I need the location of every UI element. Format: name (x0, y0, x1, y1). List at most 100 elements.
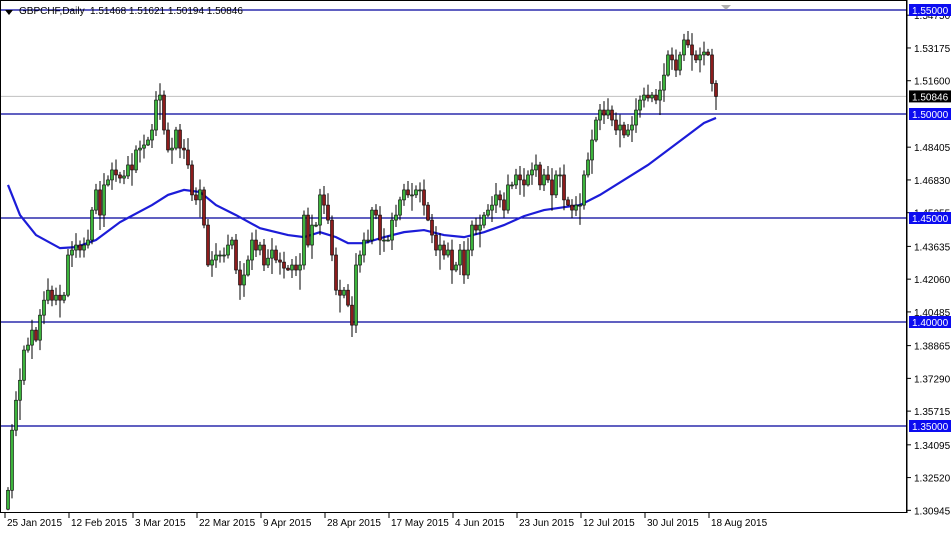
candle-body (270, 249, 274, 259)
candle-body (510, 184, 514, 187)
x-tick-label: 12 Jul 2015 (583, 518, 635, 529)
candle-body (402, 189, 406, 201)
candle-body (638, 99, 642, 111)
candle-body (530, 169, 534, 176)
candle-body (98, 189, 102, 216)
candle-body (206, 224, 210, 266)
candle-body (482, 214, 486, 226)
candle-body (202, 189, 206, 226)
y-tick-label: 1.51600 (914, 77, 951, 88)
chart-title: GBPCHF,Daily (19, 6, 85, 17)
bullish-candle (10, 424, 14, 499)
level-price-text: 1.45000 (912, 214, 949, 225)
candle-body (346, 289, 350, 306)
candle-body (590, 139, 594, 161)
candle-body (218, 254, 222, 257)
candle-body (470, 224, 474, 251)
candle-body (66, 254, 70, 296)
candle-body (334, 254, 338, 291)
candle-body (366, 239, 370, 242)
candle-body (562, 174, 566, 201)
candle-body (130, 164, 134, 171)
candle-body (374, 209, 378, 216)
candle-body (114, 169, 118, 176)
candle-body (534, 164, 538, 171)
candle-body (214, 254, 218, 261)
candle-body (666, 54, 670, 76)
candle-body (94, 189, 98, 211)
candle-body (506, 184, 510, 211)
candle-body (594, 119, 598, 141)
candle-body (342, 289, 346, 296)
candle-body (242, 274, 246, 286)
candle-body (410, 194, 414, 197)
candle-body (406, 189, 410, 196)
candle-body (378, 214, 382, 241)
candle-body (662, 74, 666, 91)
candle-body (642, 94, 646, 101)
candle-body (26, 344, 30, 351)
candle-body (670, 54, 674, 61)
candle-body (158, 94, 162, 101)
bullish-candle (174, 126, 178, 151)
y-tick-label: 1.35715 (914, 407, 951, 418)
candle-body (350, 304, 354, 326)
candle-body (58, 294, 62, 301)
x-tick-label: 28 Apr 2015 (327, 518, 381, 529)
candle-body (382, 239, 386, 242)
candle-body (442, 244, 446, 256)
bullish-candle (90, 206, 94, 245)
y-tick-label: 1.30945 (914, 506, 951, 517)
candle-body (258, 244, 262, 251)
candle-body (250, 239, 254, 261)
candle-body (102, 184, 106, 216)
candle-body (690, 44, 694, 56)
candle-body (62, 294, 66, 301)
candle-body (338, 289, 342, 296)
candle-body (310, 224, 314, 246)
candle-body (546, 174, 550, 181)
candle-body (222, 254, 226, 257)
candle-body (582, 174, 586, 206)
candle-body (46, 289, 50, 301)
candle-body (618, 124, 622, 131)
bullish-candle (6, 487, 10, 511)
bullish-candle (302, 210, 306, 270)
y-tick-label: 1.46830 (914, 176, 951, 187)
candle-body (386, 239, 390, 242)
candle-body (650, 94, 654, 99)
price-chart[interactable]: 1.547501.531751.516001.484051.468301.452… (0, 0, 952, 533)
y-tick-label: 1.43635 (914, 242, 951, 253)
candle-body (302, 214, 306, 266)
candle-body (598, 109, 602, 121)
candle-body (446, 249, 450, 256)
candle-body (602, 109, 606, 116)
candle-body (238, 269, 242, 286)
candle-body (166, 129, 170, 151)
candle-body (426, 204, 430, 221)
candle-body (194, 194, 198, 201)
candle-body (54, 294, 58, 301)
candle-body (182, 147, 186, 151)
y-tick-label: 1.53175 (914, 44, 951, 55)
x-tick-label: 12 Feb 2015 (71, 518, 128, 529)
candle-body (198, 189, 202, 201)
candle-body (110, 169, 114, 181)
candle-body (190, 164, 194, 196)
y-tick-label: 1.38865 (914, 342, 951, 353)
candle-body (146, 139, 150, 146)
level-price-text: 1.55000 (912, 6, 949, 17)
candle-body (254, 239, 258, 251)
candle-body (90, 209, 94, 241)
y-tick-label: 1.34095 (914, 441, 951, 452)
bearish-candle (202, 186, 206, 229)
bearish-candle (426, 201, 430, 222)
candle-body (210, 259, 214, 266)
x-tick-label: 25 Jan 2015 (7, 518, 62, 529)
candle-body (294, 264, 298, 271)
candle-body (122, 175, 126, 179)
candle-body (18, 379, 22, 401)
candle-body (566, 199, 570, 206)
candle-body (586, 159, 590, 176)
candle-body (186, 149, 190, 166)
